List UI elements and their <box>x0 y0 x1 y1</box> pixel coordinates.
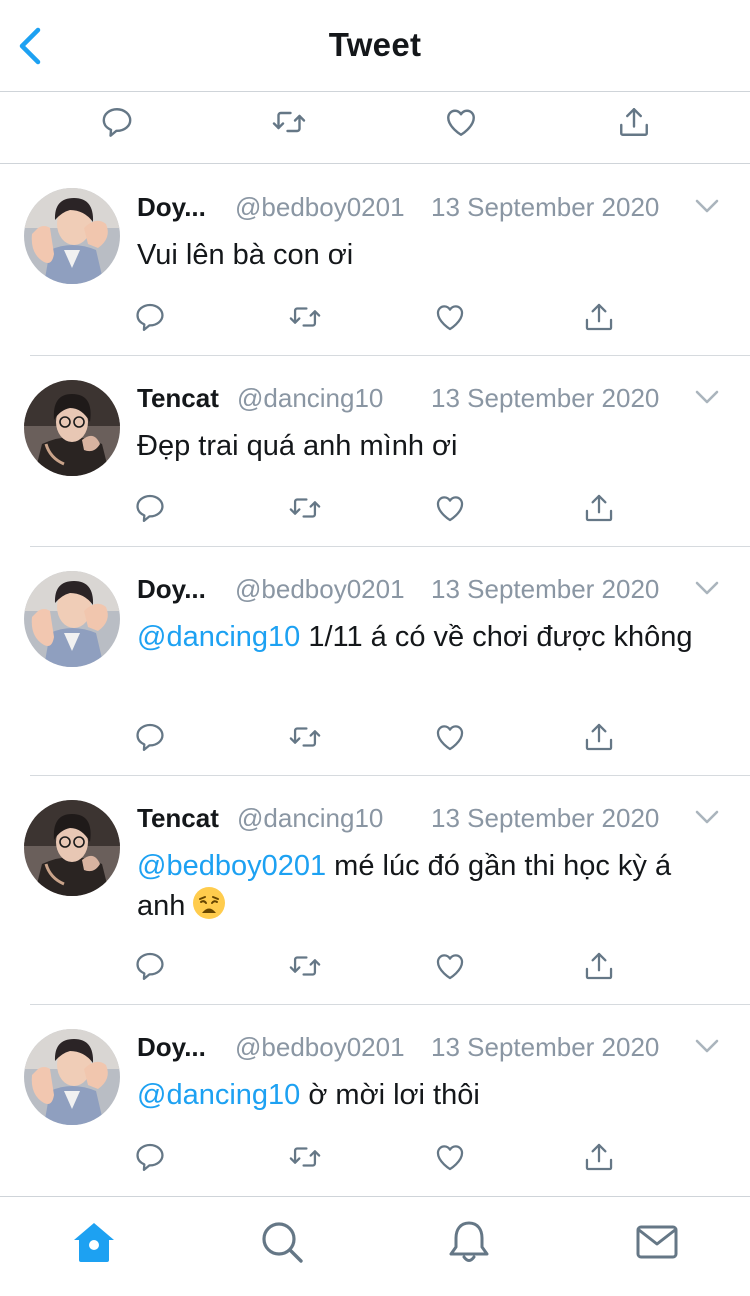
retweet-icon[interactable] <box>288 1140 322 1174</box>
share-icon[interactable] <box>582 949 616 983</box>
avatar[interactable] <box>24 1029 120 1125</box>
retweet-icon[interactable] <box>271 104 307 140</box>
tweet-actions <box>0 720 750 760</box>
tweet-text: @dancing10 ờ mời lơi thôi <box>137 1076 720 1114</box>
tweet-text-content: 1/11 á có về chơi được không <box>300 621 693 653</box>
reply-icon[interactable] <box>133 300 167 334</box>
retweet-icon[interactable] <box>288 720 322 754</box>
retweet-icon[interactable] <box>288 491 322 525</box>
like-icon[interactable] <box>433 1140 467 1174</box>
author-handle[interactable]: @dancing10 <box>237 383 383 414</box>
like-icon[interactable] <box>443 104 479 140</box>
reply-tweet[interactable]: Tencat @dancing10 13 September 2020 @bed… <box>0 776 750 1005</box>
reply-icon[interactable] <box>133 949 167 983</box>
mail-icon[interactable] <box>634 1219 680 1265</box>
search-icon[interactable] <box>259 1219 305 1265</box>
bell-icon[interactable] <box>446 1219 492 1265</box>
like-icon[interactable] <box>433 720 467 754</box>
author-name[interactable]: Doy... <box>137 192 206 223</box>
tweet-date: 13 September 2020 <box>431 192 660 222</box>
reply-tweet[interactable]: Tencat @dancing10 13 September 2020 Đẹp … <box>0 356 750 547</box>
reply-tweet[interactable]: Doy... @bedboy0201 13 September 2020 @da… <box>0 1005 750 1196</box>
share-icon[interactable] <box>582 300 616 334</box>
avatar[interactable] <box>24 571 120 667</box>
tweet-text: Đẹp trai quá anh mình ơi <box>137 427 720 465</box>
tweet-text-content: Đẹp trai quá anh mình ơi <box>137 430 458 462</box>
tweet-actions <box>0 1140 750 1180</box>
author-handle[interactable]: @dancing10 <box>237 803 383 834</box>
mention-link[interactable]: @dancing10 <box>137 621 300 653</box>
chevron-down-icon[interactable] <box>693 1036 721 1056</box>
mention-link[interactable]: @bedboy0201 <box>137 850 326 882</box>
reply-tweet[interactable]: Doy... @bedboy0201 13 September 2020 Vui… <box>0 164 750 356</box>
share-icon[interactable] <box>582 491 616 525</box>
home-icon[interactable] <box>71 1219 117 1265</box>
author-name[interactable]: Tencat <box>137 383 219 414</box>
avatar[interactable] <box>24 188 120 284</box>
reply-icon[interactable] <box>133 1140 167 1174</box>
author-handle[interactable]: @bedboy0201 <box>235 574 405 605</box>
tweet-date: 13 September 2020 <box>431 574 660 604</box>
author-name[interactable]: Tencat <box>137 803 219 834</box>
reply-tweet[interactable]: Doy... @bedboy0201 13 September 2020 @da… <box>0 547 750 776</box>
author-handle[interactable]: @bedboy0201 <box>235 192 405 223</box>
share-icon[interactable] <box>582 1140 616 1174</box>
author-name[interactable]: Doy... <box>137 574 206 605</box>
author-handle[interactable]: @bedboy0201 <box>235 1032 405 1063</box>
bottom-tab-bar <box>0 1196 750 1296</box>
author-name[interactable]: Doy... <box>137 1032 206 1063</box>
chevron-down-icon[interactable] <box>693 387 721 407</box>
tweet-text-content: Vui lên bà con ơi <box>137 239 354 271</box>
page-title: Tweet <box>328 26 422 63</box>
share-icon[interactable] <box>616 104 652 140</box>
tweet-actions <box>0 949 750 989</box>
reply-icon[interactable] <box>99 104 135 140</box>
retweet-icon[interactable] <box>288 949 322 983</box>
like-icon[interactable] <box>433 300 467 334</box>
tweet-text: Vui lên bà con ơi <box>137 236 720 274</box>
tweet-date: 13 September 2020 <box>431 1032 660 1062</box>
tweet-date: 13 September 2020 <box>431 383 660 413</box>
avatar[interactable] <box>24 380 120 476</box>
tweet-actions <box>0 491 750 531</box>
reply-icon[interactable] <box>133 491 167 525</box>
reply-icon[interactable] <box>133 720 167 754</box>
chevron-down-icon[interactable] <box>693 578 721 598</box>
tweet-text: @dancing10 1/11 á có về chơi được không <box>137 618 720 656</box>
tweet-text: @bedboy0201 mé lúc đó gần thi học kỳ á a… <box>137 847 720 925</box>
main-tweet-actions <box>0 92 750 164</box>
tweet-date: 13 September 2020 <box>431 803 660 833</box>
weary-face-emoji-icon <box>191 885 227 921</box>
retweet-icon[interactable] <box>288 300 322 334</box>
tweet-actions <box>0 300 750 340</box>
share-icon[interactable] <box>582 720 616 754</box>
chevron-down-icon[interactable] <box>693 807 721 827</box>
like-icon[interactable] <box>433 491 467 525</box>
avatar[interactable] <box>24 800 120 896</box>
like-icon[interactable] <box>433 949 467 983</box>
tweet-text-content: ờ mời lơi thôi <box>300 1079 480 1111</box>
mention-link[interactable]: @dancing10 <box>137 1079 300 1111</box>
top-bar: Tweet <box>0 0 750 92</box>
chevron-down-icon[interactable] <box>693 196 721 216</box>
